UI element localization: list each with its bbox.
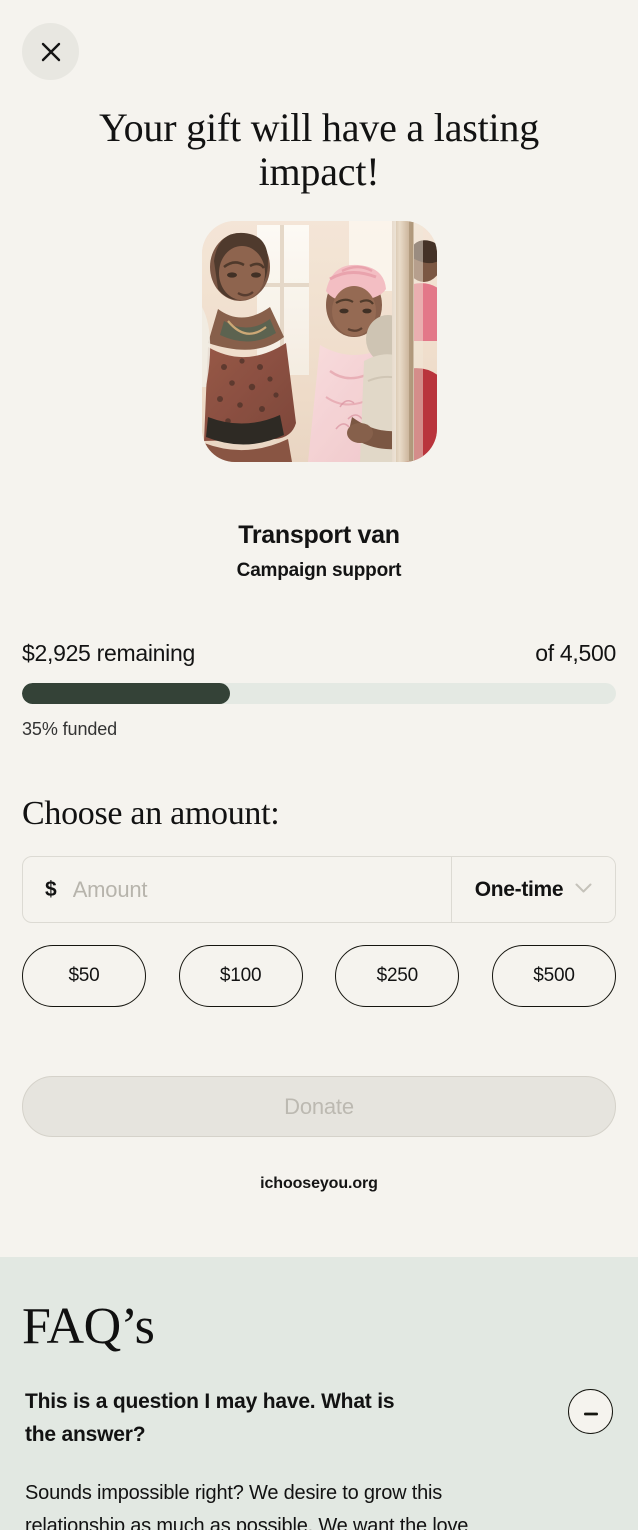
chevron-down-icon (575, 881, 592, 899)
close-button[interactable] (22, 23, 79, 80)
funding-progress: $2,925 remaining of 4,500 35% funded (22, 640, 616, 740)
amount-input-wrapper: $ (23, 857, 452, 922)
campaign-image (202, 221, 437, 462)
preset-amount-100[interactable]: $100 (178, 945, 303, 1007)
faq-question: This is a question I may have. What is t… (25, 1390, 395, 1446)
faq-heading: FAQ’s (22, 1298, 155, 1355)
faq-item: This is a question I may have. What is t… (25, 1385, 613, 1530)
frequency-selected-label: One-time (474, 877, 564, 901)
preset-amount-250[interactable]: $250 (335, 945, 460, 1007)
progress-labels: $2,925 remaining of 4,500 (22, 640, 616, 667)
campaign-name: Transport van (238, 521, 400, 549)
preset-amount-50[interactable]: $50 (22, 945, 146, 1007)
faq-answer: Sounds impossible right? We desire to gr… (25, 1482, 469, 1530)
amount-remaining-label: $2,925 remaining (22, 640, 195, 666)
currency-symbol: $ (45, 877, 57, 901)
goal-amount-label: of 4,500 (535, 640, 616, 666)
minus-icon (583, 1404, 598, 1419)
donation-modal: Your gift will have a lasting impact! Tr… (0, 0, 638, 1530)
close-icon (40, 41, 62, 63)
amount-field-group: $ One-time (22, 856, 616, 923)
faq-section: FAQ’s This is a question I may have. Wha… (0, 1257, 638, 1530)
progress-bar-track (22, 683, 616, 704)
preset-amount-500[interactable]: $500 (491, 945, 616, 1007)
preset-amount-row: $50 $100 $250 $500 (22, 945, 616, 1007)
site-footer-label: ichooseyou.org (260, 1175, 378, 1192)
page-title: Your gift will have a lasting impact! (98, 105, 540, 194)
faq-question-row[interactable]: This is a question I may have. What is t… (25, 1385, 613, 1451)
faq-collapse-button[interactable] (568, 1389, 613, 1434)
frequency-dropdown[interactable]: One-time (452, 857, 615, 922)
donate-panel: Your gift will have a lasting impact! Tr… (0, 0, 638, 1257)
amount-input[interactable] (72, 876, 429, 903)
progress-bar-fill (22, 683, 230, 704)
choose-amount-heading: Choose an amount: (22, 795, 280, 832)
campaign-subtitle: Campaign support (236, 560, 402, 581)
donate-button[interactable]: Donate (22, 1076, 616, 1137)
percent-funded-caption: 35% funded (22, 719, 118, 739)
